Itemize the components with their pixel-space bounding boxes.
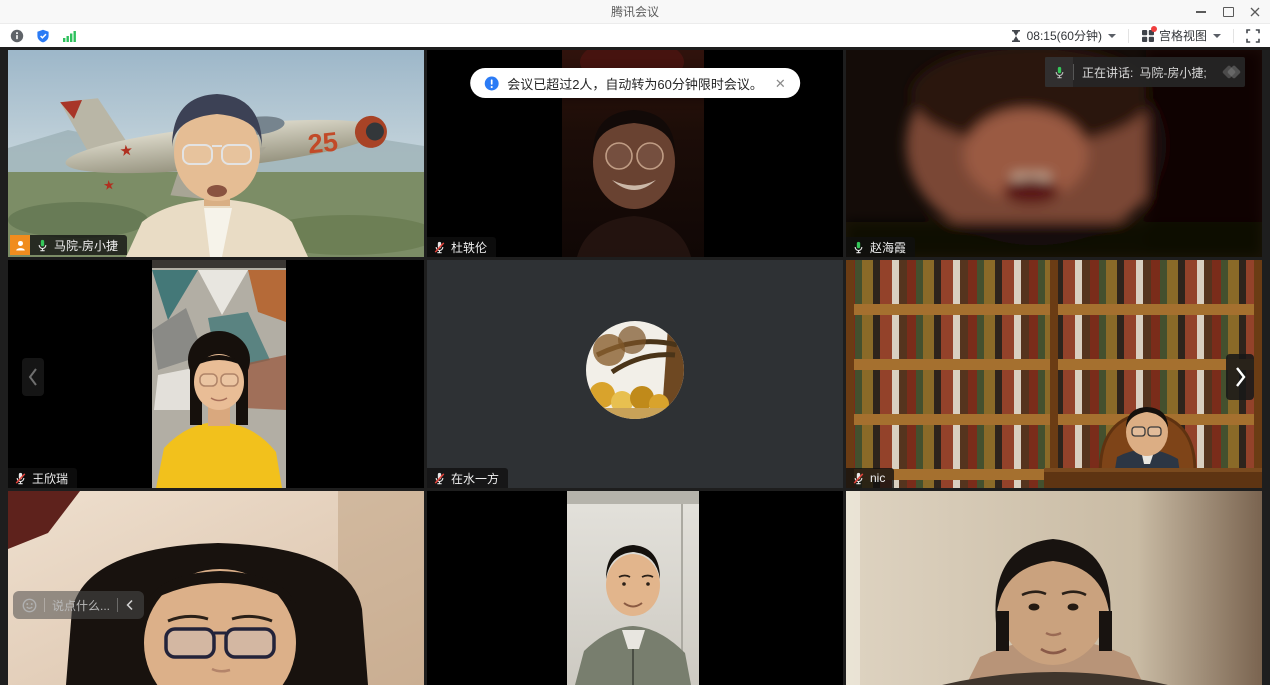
notification-text: 会议已超过2人，自动转为60分钟限时会议。 bbox=[507, 74, 763, 93]
participant-label: 在水一方 bbox=[427, 468, 508, 488]
maximize-button[interactable] bbox=[1219, 3, 1237, 21]
mic-muted-icon bbox=[14, 472, 27, 485]
speaking-indicator: 正在讲话: 马院-房小捷; bbox=[1045, 57, 1245, 87]
video-tile-7[interactable]: 说点什么... bbox=[8, 491, 424, 685]
notification-banner: 会议已超过2人，自动转为60分钟限时会议。 ✕ bbox=[470, 68, 800, 98]
view-mode-button[interactable]: 宫格视图 bbox=[1141, 27, 1221, 44]
network-signal-icon[interactable] bbox=[62, 29, 76, 43]
video-tile-1[interactable]: 25 ★ ★ 马院-房小捷 bbox=[8, 50, 424, 257]
svg-text:25: 25 bbox=[306, 127, 339, 160]
hourglass-icon bbox=[1009, 29, 1023, 43]
mic-muted-icon bbox=[433, 472, 446, 485]
chevron-left-icon bbox=[125, 599, 135, 611]
info-icon bbox=[484, 76, 499, 91]
video-feed-person-at-desk bbox=[846, 260, 1262, 488]
svg-text:★: ★ bbox=[119, 142, 134, 160]
participant-name: 杜轶伦 bbox=[451, 239, 487, 256]
mic-on-icon bbox=[36, 239, 49, 252]
participant-label: 王欣瑞 bbox=[8, 468, 77, 488]
video-grid: 25 ★ ★ 马院-房小捷 bbox=[0, 47, 1270, 685]
meeting-timer: 08:15(60分钟) bbox=[1027, 27, 1102, 44]
participant-label: 赵海霞 bbox=[846, 237, 915, 257]
security-shield-icon[interactable] bbox=[36, 29, 50, 43]
speaking-names: 马院-房小捷; bbox=[1139, 64, 1206, 81]
chat-quick-bar: 说点什么... bbox=[13, 591, 144, 619]
participant-name: 在水一方 bbox=[451, 470, 499, 487]
participant-name: 马院-房小捷 bbox=[54, 237, 118, 254]
divider bbox=[1233, 29, 1234, 43]
video-feed-white-wall-portrait bbox=[427, 491, 843, 685]
avatar-autumn-trees bbox=[427, 260, 843, 488]
titlebar: 腾讯会议 bbox=[0, 0, 1270, 24]
meeting-toolbar: 08:15(60分钟) 宫格视图 bbox=[0, 24, 1270, 48]
video-tile-6[interactable]: nic bbox=[846, 260, 1262, 488]
close-button[interactable] bbox=[1246, 3, 1264, 21]
svg-text:★: ★ bbox=[102, 177, 115, 193]
view-mode-label: 宫格视图 bbox=[1159, 27, 1207, 44]
close-icon bbox=[1250, 7, 1260, 17]
chevron-left-icon bbox=[27, 367, 39, 387]
participant-label: 马院-房小捷 bbox=[10, 235, 127, 255]
video-feed-closeup-glasses bbox=[8, 491, 424, 685]
watermark-logo-icon bbox=[1224, 67, 1239, 77]
participant-name: 王欣瑞 bbox=[32, 470, 68, 487]
video-tile-8[interactable] bbox=[427, 491, 843, 685]
alert-dot bbox=[1151, 26, 1157, 32]
mic-muted-icon bbox=[852, 472, 865, 485]
divider bbox=[117, 598, 118, 612]
minimize-icon bbox=[1196, 11, 1206, 13]
collapse-chat-button[interactable] bbox=[125, 599, 135, 611]
grid-view-icon bbox=[1141, 29, 1155, 43]
minimize-button[interactable] bbox=[1192, 3, 1210, 21]
mic-active-icon bbox=[1045, 57, 1073, 87]
host-badge-icon bbox=[10, 235, 30, 255]
video-grid-area: 25 ★ ★ 马院-房小捷 bbox=[0, 47, 1270, 685]
chevron-right-icon bbox=[1233, 365, 1247, 389]
fullscreen-button[interactable] bbox=[1246, 29, 1260, 43]
emoji-button[interactable] bbox=[22, 598, 37, 613]
participant-label: 杜轶伦 bbox=[427, 237, 496, 257]
speaking-prefix: 正在讲话: bbox=[1082, 64, 1133, 81]
notification-close-button[interactable]: ✕ bbox=[775, 77, 786, 90]
participant-name: nic bbox=[870, 471, 885, 485]
next-page-button[interactable] bbox=[1226, 354, 1254, 400]
video-feed-yellow-sweater bbox=[8, 260, 424, 488]
maximize-icon bbox=[1223, 7, 1234, 17]
chevron-down-icon bbox=[1108, 34, 1116, 38]
video-tile-5[interactable]: 在水一方 bbox=[427, 260, 843, 488]
chat-input[interactable]: 说点什么... bbox=[52, 597, 110, 614]
mic-muted-icon bbox=[433, 241, 446, 254]
video-feed-airplane-background: 25 ★ ★ bbox=[8, 50, 424, 257]
video-feed-beige-wall-portrait bbox=[846, 491, 1262, 685]
meeting-timer-dropdown[interactable]: 08:15(60分钟) bbox=[1009, 27, 1116, 44]
chevron-down-icon bbox=[1213, 34, 1221, 38]
divider bbox=[1128, 29, 1129, 43]
previous-page-button[interactable] bbox=[22, 358, 44, 396]
participant-name: 赵海霞 bbox=[870, 239, 906, 256]
mic-on-icon bbox=[852, 241, 865, 254]
window-controls bbox=[1192, 0, 1264, 23]
divider bbox=[44, 598, 45, 612]
meeting-info-icon[interactable] bbox=[10, 29, 24, 43]
window-title: 腾讯会议 bbox=[611, 3, 659, 20]
video-tile-9[interactable] bbox=[846, 491, 1262, 685]
video-tile-4[interactable]: 王欣瑞 bbox=[8, 260, 424, 488]
participant-label: nic bbox=[846, 468, 894, 488]
